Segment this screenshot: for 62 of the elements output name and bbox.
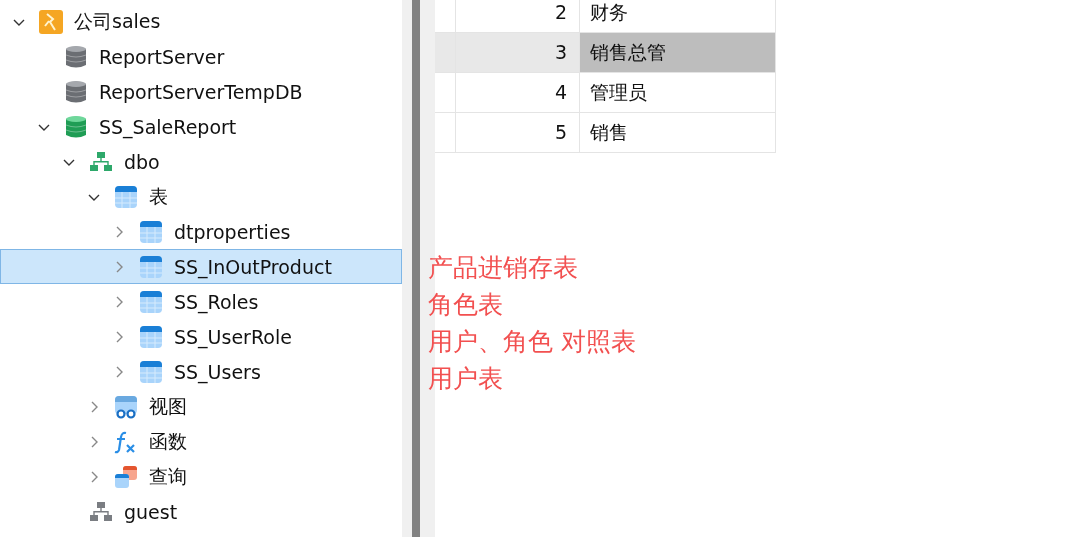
connection-icon: [39, 9, 63, 34]
tree-item-label: SS_Users: [174, 360, 261, 383]
tree-item[interactable]: SS_InOutProduct: [0, 249, 402, 284]
tree-item[interactable]: 查询: [0, 459, 402, 494]
tree-item[interactable]: 视图: [0, 389, 402, 424]
annotation-text: 用户、角色 对照表: [428, 326, 637, 358]
schema-icon: [89, 499, 113, 524]
tree-item[interactable]: SS_Roles: [0, 284, 402, 319]
table-cell: 财务: [580, 0, 776, 32]
tree-item[interactable]: SS_Users: [0, 354, 402, 389]
tree-item[interactable]: 函数: [0, 424, 402, 459]
tree-item[interactable]: 表: [0, 179, 402, 214]
tree-item[interactable]: SS_SaleReport: [0, 109, 402, 144]
tree-item[interactable]: SS_UserRole: [0, 319, 402, 354]
tree-item-label: SS_SaleReport: [99, 115, 237, 138]
table-cell: 销售: [580, 113, 776, 152]
table-cell: 4: [456, 73, 580, 112]
tree-item-label: 查询: [149, 463, 187, 489]
tree-item-label: 公司sales: [74, 8, 161, 34]
tree-item[interactable]: ReportServer: [0, 39, 402, 74]
table-icon: [139, 324, 163, 349]
table-icon: [114, 184, 138, 209]
database-icon: [64, 44, 88, 69]
tree-item[interactable]: ReportServerTempDB: [0, 74, 402, 109]
table-cell: 5: [456, 113, 580, 152]
tree-item-label: guest: [124, 500, 178, 523]
tree-item-label: dbo: [124, 150, 160, 173]
annotation-text: 产品进销存表: [428, 252, 579, 284]
tree-item-label: ReportServerTempDB: [99, 80, 303, 103]
table-cell: 销售总管: [580, 33, 776, 72]
database-icon: [64, 114, 88, 139]
annotation-text: 用户表: [428, 363, 504, 395]
table-row[interactable]: 2 财务: [435, 0, 776, 32]
table-icon: [139, 219, 163, 244]
table-row[interactable]: 4 管理员: [435, 72, 776, 112]
table-cell: 3: [456, 33, 580, 72]
tree-item[interactable]: dtproperties: [0, 214, 402, 249]
splitter-handle[interactable]: [412, 0, 420, 537]
view-icon: [114, 394, 138, 419]
tree-item[interactable]: 公司sales: [0, 4, 402, 39]
function-icon: [114, 429, 138, 454]
tree-item-label: 表: [149, 183, 168, 209]
query-icon: [114, 464, 138, 489]
table-icon: [139, 359, 163, 384]
database-icon: [64, 79, 88, 104]
table-row[interactable]: 3 销售总管: [435, 32, 776, 72]
table-icon: [139, 289, 163, 314]
table-row[interactable]: 5 销售: [435, 112, 776, 152]
table-cell: 管理员: [580, 73, 776, 112]
tree-item-label: dtproperties: [174, 220, 291, 243]
table-icon: [139, 254, 163, 279]
tree-item[interactable]: dbo: [0, 144, 402, 179]
tree-item-label: SS_Roles: [174, 290, 259, 313]
schema-icon: [89, 149, 113, 174]
tree-item-label: SS_UserRole: [174, 325, 292, 348]
tree-item[interactable]: guest: [0, 494, 402, 529]
table-cell: 2: [456, 0, 580, 32]
tree-item-label: SS_InOutProduct: [174, 255, 332, 278]
tree-item-label: ReportServer: [99, 45, 225, 68]
tree-item-label: 函数: [149, 428, 187, 454]
annotation-text: 角色表: [428, 289, 504, 321]
tree-item-label: 视图: [149, 393, 187, 419]
